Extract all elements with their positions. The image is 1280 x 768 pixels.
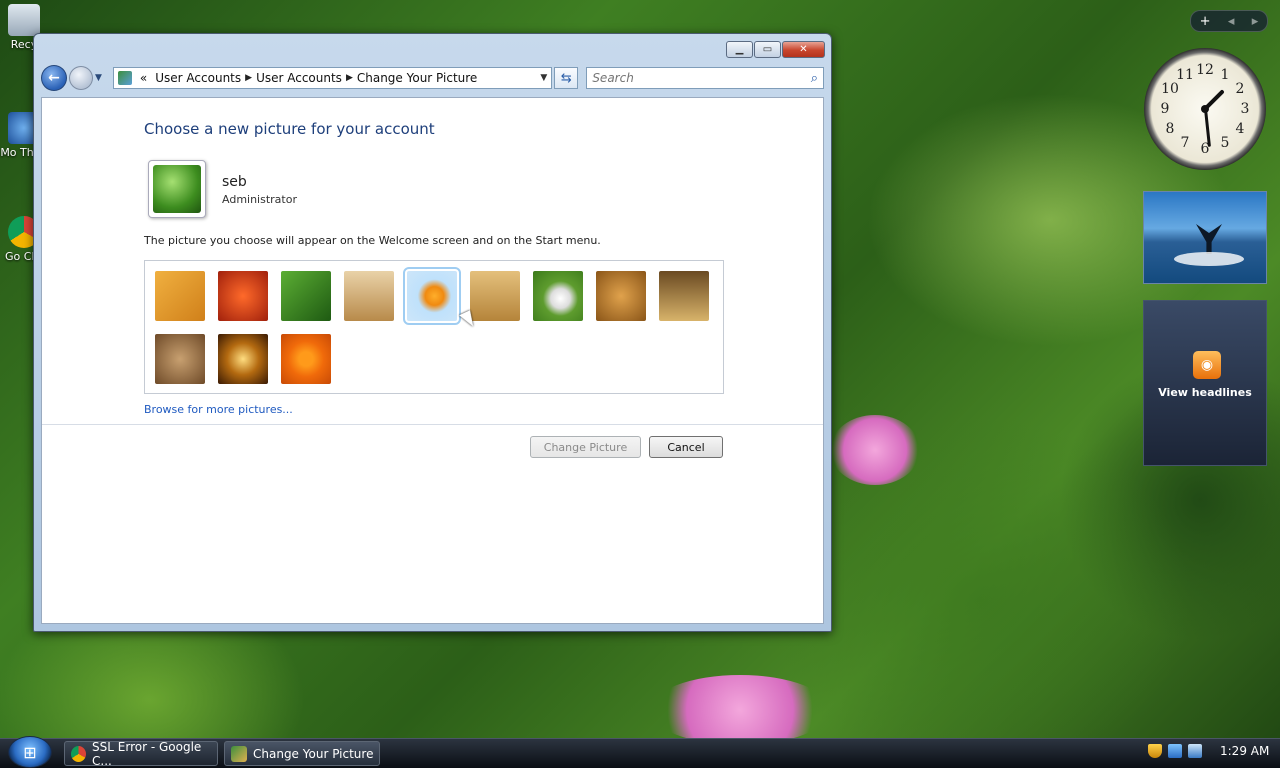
picture-sparkles[interactable] (218, 334, 268, 384)
security-shield-icon[interactable] (1148, 744, 1162, 758)
rss-icon: ◉ (1193, 351, 1221, 379)
picture-soccer-ball[interactable] (533, 271, 583, 321)
background-flower (830, 415, 920, 485)
taskbar-item-change-picture[interactable]: Change Your Picture (224, 741, 380, 766)
whale-tail-image (1196, 224, 1222, 254)
clock-center (1201, 105, 1209, 113)
clock-numeral: 8 (1165, 121, 1175, 137)
clock-numeral: 1 (1220, 67, 1230, 83)
start-button[interactable]: ⊞ (8, 736, 52, 768)
user-accounts-icon (231, 745, 247, 762)
picture-goldfish[interactable] (403, 267, 461, 325)
navigation-bar: ← ▼ « User Accounts ▶ User Accounts ▶ Ch… (41, 64, 824, 92)
breadcrumb-arrow-icon[interactable]: ▶ (245, 73, 252, 83)
cancel-button[interactable]: Cancel (649, 436, 723, 458)
user-name: seb (222, 174, 247, 190)
breadcrumb-overflow[interactable]: « (140, 71, 147, 85)
forward-button[interactable] (68, 66, 93, 90)
clock-numeral: 12 (1196, 62, 1214, 78)
taskbar-clock[interactable]: 1:29 AM (1220, 744, 1269, 758)
picture-robot[interactable] (344, 271, 394, 321)
user-picture-image (153, 165, 201, 213)
picture-bass-clef[interactable] (155, 271, 205, 321)
window-controls: ▁ ▭ ✕ (726, 41, 825, 58)
breadcrumb-change-picture[interactable]: Change Your Picture (357, 71, 477, 85)
divider (42, 424, 823, 425)
control-panel-icon (117, 71, 132, 85)
recycle-bin-icon (8, 4, 40, 36)
picture-kitten[interactable] (155, 334, 205, 384)
view-headlines-label[interactable]: View headlines (1144, 386, 1266, 399)
clock-numeral: 2 (1235, 81, 1245, 97)
taskbar-item-label: Change Your Picture (253, 746, 374, 761)
water-splash-image (1174, 252, 1244, 266)
taskbar-item-label: SSL Error - Google C... (92, 739, 202, 768)
address-dropdown-icon[interactable]: ▼ (540, 73, 547, 83)
page-title: Choose a new picture for your account (144, 120, 435, 138)
system-tray (1148, 744, 1202, 758)
change-picture-button[interactable]: Change Picture (530, 436, 641, 458)
chrome-icon (71, 745, 87, 762)
picture-description: The picture you choose will appear on th… (144, 234, 601, 247)
clock-numeral: 10 (1161, 81, 1179, 97)
user-accounts-window: ▁ ▭ ✕ ← ▼ « User Accounts ▶ User Account… (33, 33, 832, 632)
picture-orange-flower[interactable] (281, 334, 331, 384)
current-user-picture (148, 160, 206, 218)
clock-numeral: 7 (1180, 135, 1190, 151)
picture-grid (144, 260, 724, 394)
previous-icon[interactable]: ◂ (1228, 14, 1235, 29)
clock-numeral: 3 (1240, 101, 1250, 117)
back-button[interactable]: ← (41, 65, 67, 91)
clock-numeral: 5 (1220, 135, 1230, 151)
recent-pages-dropdown[interactable]: ▼ (95, 73, 105, 83)
monitor-icon[interactable] (1188, 744, 1202, 758)
clock-numeral: 11 (1176, 67, 1194, 83)
search-input[interactable] (592, 71, 811, 85)
breadcrumb-user-accounts[interactable]: User Accounts (155, 71, 241, 85)
slideshow-gadget[interactable] (1143, 191, 1267, 284)
network-icon[interactable] (1168, 744, 1182, 758)
add-gadget-icon[interactable]: + (1200, 14, 1211, 29)
feed-headlines-gadget[interactable]: ◉ View headlines (1143, 300, 1267, 466)
maximize-button[interactable]: ▭ (754, 41, 781, 58)
taskbar-item-chrome[interactable]: SSL Error - Google C... (64, 739, 218, 768)
clock-numeral: 9 (1160, 101, 1170, 117)
breadcrumb-arrow-icon[interactable]: ▶ (346, 73, 353, 83)
content-pane: Choose a new picture for your account se… (41, 97, 824, 624)
clock-numeral: 4 (1235, 121, 1245, 137)
picture-green-leaf[interactable] (281, 271, 331, 321)
picture-bonsai[interactable] (470, 271, 520, 321)
refresh-button[interactable]: ⇆ (554, 67, 579, 89)
breadcrumb-user-accounts-sub[interactable]: User Accounts (256, 71, 342, 85)
search-box[interactable]: ⌕ (586, 67, 824, 89)
address-bar[interactable]: « User Accounts ▶ User Accounts ▶ Change… (112, 67, 553, 89)
browse-more-pictures-link[interactable]: Browse for more pictures... (144, 403, 293, 416)
close-button[interactable]: ✕ (782, 41, 825, 58)
minimize-button[interactable]: ▁ (726, 41, 753, 58)
picture-chess[interactable] (659, 271, 709, 321)
next-icon[interactable]: ▸ (1252, 14, 1259, 29)
picture-autumn-leaves[interactable] (218, 271, 268, 321)
picture-dog[interactable] (596, 271, 646, 321)
sidebar-controls: + ◂ ▸ (1190, 10, 1268, 32)
clock-gadget[interactable]: 12 1 2 3 4 5 6 7 8 9 10 11 (1144, 48, 1266, 170)
background-flower (650, 675, 830, 745)
search-icon[interactable]: ⌕ (811, 71, 818, 86)
user-role: Administrator (222, 193, 297, 206)
